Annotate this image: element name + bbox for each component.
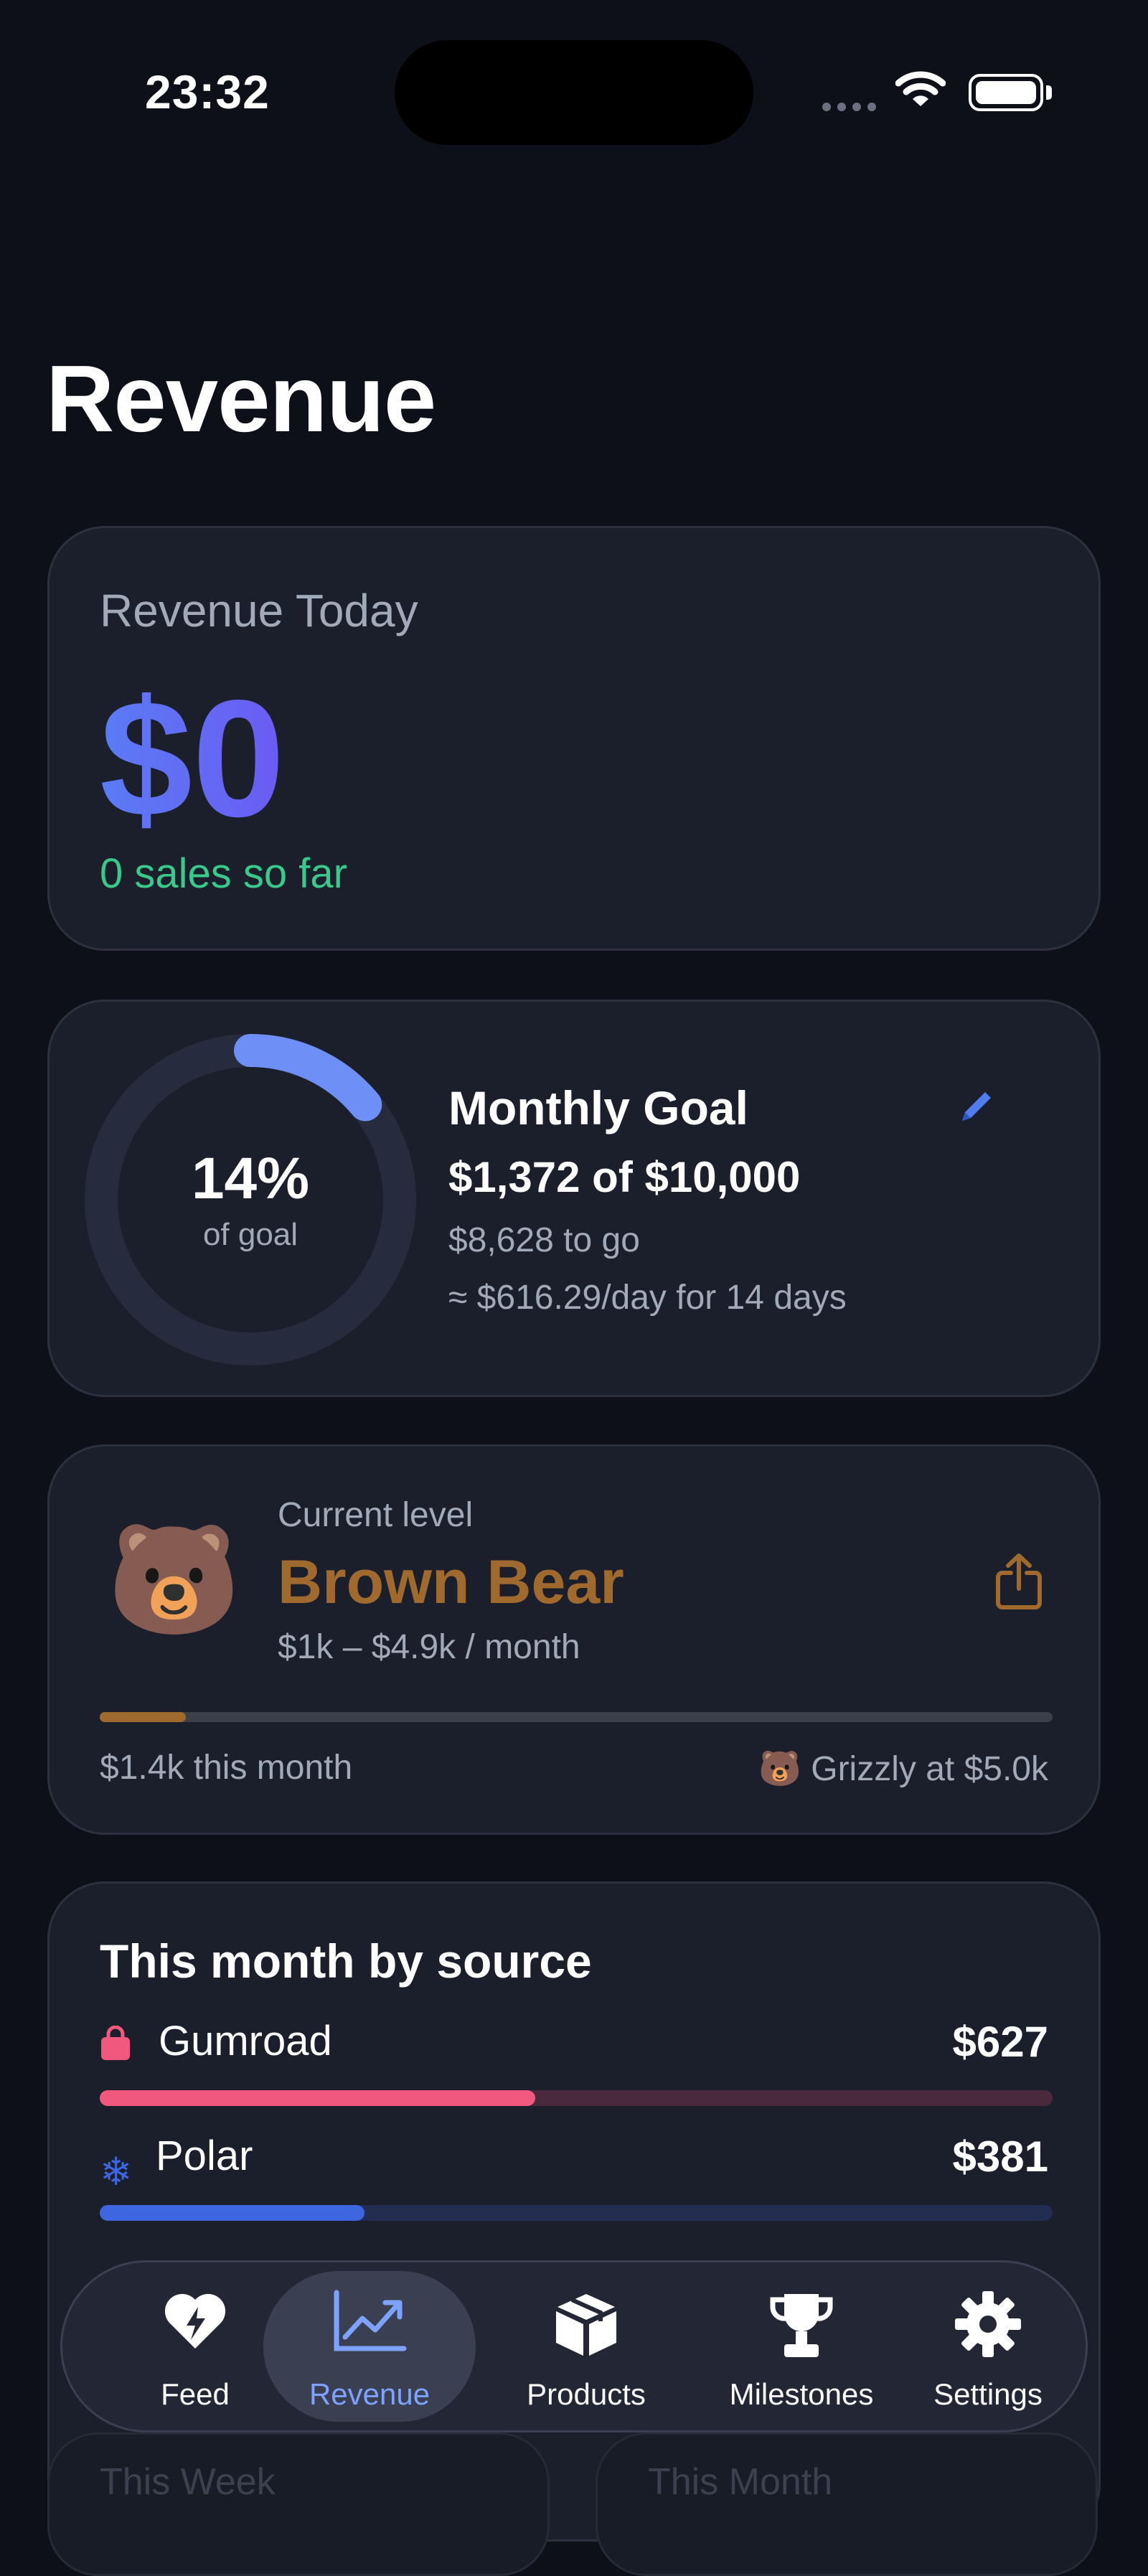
source-fill — [100, 2205, 365, 2221]
revenue-today-label: Revenue Today — [100, 585, 418, 636]
share-icon[interactable] — [994, 1551, 1044, 1615]
battery-cap — [1046, 85, 1052, 100]
battery-icon — [969, 74, 1043, 111]
snowflake-icon: ❄ — [100, 2150, 133, 2194]
tab-settings[interactable]: Settings — [909, 2271, 1067, 2422]
wifi-icon — [895, 70, 946, 113]
monthly-goal-card[interactable]: 14% of goal Monthly Goal $1,372 of $10,0… — [47, 1000, 1101, 1397]
level-progress-fill — [100, 1712, 186, 1722]
gear-icon — [954, 2290, 1022, 2362]
level-card[interactable]: 🐻 Current level Brown Bear $1k – $4.9k /… — [47, 1444, 1101, 1835]
source-amount: $627 — [952, 2018, 1048, 2066]
page-title: Revenue — [46, 346, 436, 451]
this-week-card[interactable]: This Week — [47, 2432, 550, 2576]
tab-label: Milestones — [729, 2377, 874, 2411]
source-track — [100, 2205, 1053, 2221]
source-amount: $381 — [952, 2133, 1048, 2181]
goal-percent: 14% — [191, 1146, 310, 1211]
bear-icon: 🐻 — [107, 1519, 241, 1640]
level-range: $1k – $4.9k / month — [278, 1628, 580, 1666]
tab-milestones[interactable]: Milestones — [694, 2271, 909, 2422]
monthly-goal-title: Monthly Goal — [448, 1081, 748, 1134]
source-name: Polar — [156, 2133, 253, 2179]
level-next: 🐻 Grizzly at $5.0k — [758, 1750, 1048, 1788]
sales-count: 0 sales so far — [100, 850, 347, 897]
source-fill — [100, 2090, 535, 2106]
current-level-label: Current level — [278, 1496, 474, 1534]
shopping-bag-icon — [100, 2025, 131, 2065]
chart-up-icon — [332, 2290, 407, 2356]
signal-icon — [822, 102, 883, 115]
tab-label: Feed — [161, 2377, 230, 2411]
tab-bar: Feed Revenue Products Milestones Setting… — [60, 2260, 1088, 2432]
tab-products[interactable]: Products — [479, 2271, 694, 2422]
tab-label: Products — [527, 2377, 646, 2411]
level-name: Brown Bear — [278, 1548, 624, 1617]
revenue-today-card[interactable]: Revenue Today $0 0 sales so far — [47, 526, 1101, 951]
this-month-label: This Month — [648, 2461, 833, 2503]
revenue-today-value: $0 — [100, 663, 285, 855]
source-name: Gumroad — [159, 2018, 332, 2064]
level-progress-track — [100, 1712, 1053, 1722]
this-week-label: This Week — [100, 2461, 276, 2503]
dynamic-island — [395, 40, 753, 145]
box-icon — [552, 2290, 621, 2362]
status-time: 23:32 — [145, 65, 270, 118]
goal-percent-sub: of goal — [202, 1217, 298, 1252]
goal-per-day: ≈ $616.29/day for 14 days — [448, 1279, 847, 1317]
heart-bolt-icon — [162, 2290, 228, 2355]
level-this-month: $1.4k this month — [100, 1749, 353, 1787]
edit-goal-icon[interactable] — [955, 1085, 998, 1132]
tab-label: Revenue — [309, 2377, 430, 2411]
source-track — [100, 2090, 1053, 2106]
goal-remaining: $8,628 to go — [448, 1221, 640, 1259]
source-title: This month by source — [100, 1935, 592, 1988]
tab-feed[interactable]: Feed — [105, 2271, 285, 2422]
trophy-icon — [767, 2290, 836, 2365]
tab-revenue[interactable]: Revenue — [263, 2271, 476, 2422]
this-month-card[interactable]: This Month — [596, 2432, 1098, 2576]
tab-label: Settings — [933, 2377, 1043, 2411]
goal-amount: $1,372 of $10,000 — [448, 1153, 801, 1201]
